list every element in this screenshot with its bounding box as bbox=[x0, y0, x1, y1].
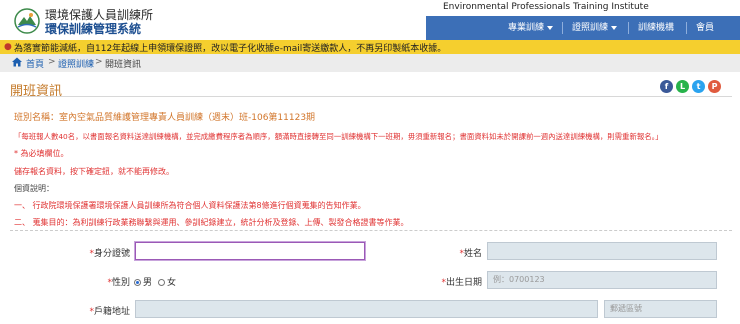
id-number-input[interactable] bbox=[135, 242, 365, 260]
nav-member[interactable]: 會員 bbox=[696, 16, 714, 40]
nav-divider bbox=[628, 22, 629, 34]
name-input[interactable] bbox=[487, 242, 717, 260]
caret-down-icon bbox=[611, 25, 618, 30]
nav-label: 會員 bbox=[696, 23, 715, 33]
gender-male-radio[interactable]: 男 bbox=[134, 275, 152, 288]
gender-female-label: 女 bbox=[167, 278, 177, 288]
english-org-name: Environmental Professionals Training Ins… bbox=[443, 2, 649, 12]
site-header: 環境保護人員訓練所 環保訓練管理系統 Environmental Profess… bbox=[0, 0, 740, 40]
bell-icon: ● bbox=[4, 42, 12, 52]
gender-female-radio[interactable]: 女 bbox=[158, 275, 176, 288]
class-name: 班別名稱：室內空氣品質維護管理專責人員訓練（週末）班-106第11123期 bbox=[14, 113, 316, 123]
radio-selected-icon bbox=[134, 279, 141, 286]
nav-label: 訓練機構 bbox=[638, 23, 675, 33]
gender-male-label: 男 bbox=[143, 278, 153, 288]
nav-label: 證照訓練 bbox=[572, 23, 609, 33]
breadcrumb-home[interactable]: 首頁 bbox=[26, 57, 44, 70]
breadcrumb: 首頁 > 證照訓練 > 開班資訊 bbox=[0, 54, 740, 72]
birthdate-label-text: 出生日期 bbox=[445, 278, 482, 288]
main-nav: 專業訓練 證照訓練 訓練機構 會員 bbox=[426, 16, 740, 40]
address-label-text: 戶籍地址 bbox=[93, 307, 130, 317]
breadcrumb-separator: > bbox=[95, 57, 103, 67]
id-number-label-text: 身分證號 bbox=[93, 249, 130, 259]
breadcrumb-current: 開班資訊 bbox=[105, 60, 142, 70]
system-name[interactable]: 環保訓練管理系統 bbox=[45, 20, 141, 37]
birthdate-input[interactable]: 例：0700123 bbox=[487, 271, 717, 289]
nav-license-training[interactable]: 證照訓練 bbox=[572, 16, 618, 40]
caret-down-icon bbox=[547, 25, 554, 30]
breadcrumb-separator: > bbox=[48, 57, 56, 67]
enrollment-rule: 「每班報人數40名，以書面報名資料送達訓練機構，並完成繳費程序者為順序，額滿時直… bbox=[14, 132, 663, 141]
nav-divider bbox=[562, 22, 563, 34]
id-number-label: *身分證號 bbox=[60, 246, 130, 259]
section-divider bbox=[10, 230, 732, 231]
notice-bar: ● 為落實節能減紙，自112年起線上申領環保證照，改以電子化收據e-mail寄送… bbox=[0, 40, 740, 54]
required-note: * 為必填欄位。 bbox=[14, 149, 69, 158]
nav-divider bbox=[686, 22, 687, 34]
line-icon[interactable]: L bbox=[676, 80, 689, 93]
name-label-text: 姓名 bbox=[463, 249, 482, 259]
gender-label: *性別 bbox=[60, 275, 130, 288]
nav-training-institutions[interactable]: 訓練機構 bbox=[638, 16, 674, 40]
birthdate-label: *出生日期 bbox=[420, 275, 482, 288]
address-label: *戶籍地址 bbox=[60, 304, 130, 317]
gender-label-text: 性別 bbox=[111, 278, 130, 288]
breadcrumb-license-training[interactable]: 證照訓練 bbox=[58, 57, 94, 70]
nav-label: 專業訓練 bbox=[508, 23, 545, 33]
facebook-icon[interactable]: f bbox=[660, 80, 673, 93]
personal-data-title: 個資說明： bbox=[14, 184, 54, 193]
twitter-icon[interactable]: t bbox=[692, 80, 705, 93]
plurk-icon[interactable]: P bbox=[708, 80, 721, 93]
nav-professional-training[interactable]: 專業訓練 bbox=[508, 16, 554, 40]
confirm-note: 儲存報名資料，按下確定鈕，就不能再修改。 bbox=[14, 167, 174, 176]
epa-logo-icon[interactable] bbox=[14, 8, 40, 34]
home-icon bbox=[12, 57, 22, 67]
postal-code-input[interactable]: 郵遞區號 bbox=[604, 300, 717, 318]
radio-unselected-icon bbox=[158, 279, 165, 286]
address-input[interactable] bbox=[135, 300, 598, 318]
personal-data-item-2: 二、 蒐集目的：為利訓練行政業務聯繫與運用、參訓紀錄建立，統計分析及登錄、上傳、… bbox=[14, 218, 409, 227]
notice-text[interactable]: 為落實節能減紙，自112年起線上申領環保證照，改以電子化收據e-mail寄送繳款… bbox=[14, 41, 446, 54]
personal-data-item-1: 一、 行政院環境保護署環境保護人員訓練所為符合個人資料保護法第8條進行個資蒐集的… bbox=[14, 201, 366, 210]
title-divider bbox=[10, 96, 732, 97]
name-label: *姓名 bbox=[420, 246, 482, 259]
